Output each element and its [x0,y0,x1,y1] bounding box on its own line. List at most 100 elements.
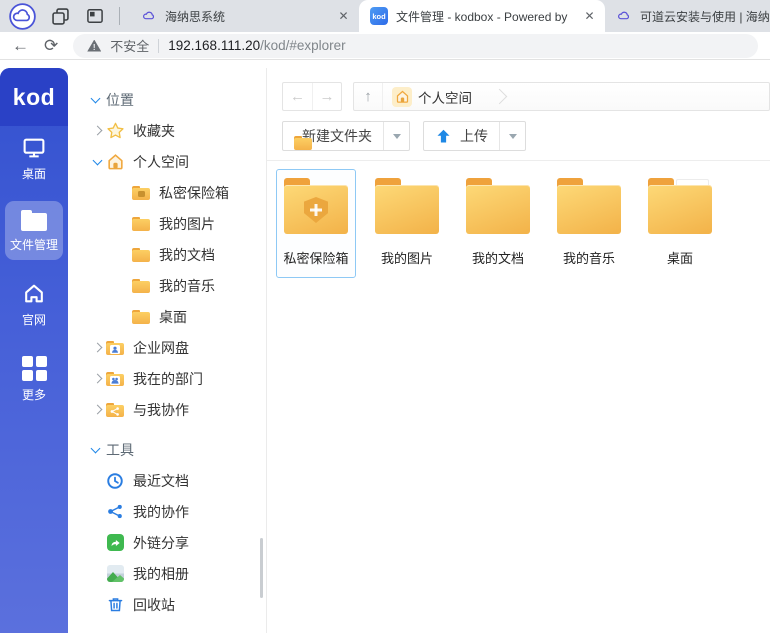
folder-icon [130,279,152,293]
file-item-safe-box[interactable]: 私密保险箱 [276,169,356,278]
folder-icon [557,178,621,234]
tree-section-label: 位置 [106,90,134,110]
tree-item-desktop[interactable]: 桌面 [68,301,266,332]
tree-item-label: 收藏夹 [133,121,175,141]
cloud-icon [616,8,632,24]
tab-title: 海纳思系统 [165,8,329,25]
up-button[interactable]: ↑ [354,83,383,110]
browser-tab-strip: 海纳思系统 ✕ kod 文件管理 - kodbox - Powered by ✕… [0,0,770,32]
new-folder-dropdown[interactable] [383,122,409,150]
tree-item-my-pictures[interactable]: 我的图片 [68,208,266,239]
chevron-right-icon[interactable] [90,127,104,134]
close-icon[interactable]: ✕ [335,8,352,25]
tree-item-label: 与我协作 [133,400,189,420]
divider [158,39,159,53]
tree-item-my-documents[interactable]: 我的文档 [68,239,266,270]
sidebar-item-file-manager[interactable]: 文件管理 [5,201,63,260]
tab-stack-icon[interactable] [50,6,71,27]
tree-section-file-types[interactable]: 文件类型 [68,629,266,633]
external-link-icon [104,534,126,551]
home-icon [392,87,412,107]
url-input[interactable]: 不安全 192.168.111.20/kod/#explorer [73,34,758,58]
url-text: 192.168.111.20/kod/#explorer [168,38,345,53]
sidebar-item-more[interactable]: 更多 [5,347,63,410]
vertical-tabs-icon[interactable] [85,6,105,26]
tree-item-label: 桌面 [159,307,187,327]
tree-item-enterprise-disk[interactable]: 企业网盘 [68,332,266,363]
chevron-down-icon[interactable] [88,98,102,102]
chevron-down-icon[interactable] [88,448,102,452]
trash-icon [104,596,126,613]
tree-item-my-music[interactable]: 我的音乐 [68,270,266,301]
chevron-down-icon[interactable] [90,160,104,164]
not-secure-warning-icon[interactable] [87,40,101,52]
history-nav-group: ← → [282,82,342,111]
tree-item-label: 我的文档 [159,245,215,265]
tree-item-my-collaboration[interactable]: 我的协作 [68,496,266,527]
tree-section-label: 工具 [106,440,134,460]
tree-scrollbar[interactable] [260,538,263,598]
tree-item-recent-documents[interactable]: 最近文档 [68,465,266,496]
chevron-right-icon[interactable] [90,344,104,351]
divider [267,160,770,161]
breadcrumb[interactable]: 个人空间 [383,83,505,110]
upload-button[interactable]: 上传 [423,121,526,151]
new-folder-button[interactable]: 新建文件夹 [282,121,410,151]
tree-item-label: 我的协作 [133,502,189,522]
explorer-toolbar: 新建文件夹 上传 [282,121,770,151]
cloud-logo-icon[interactable] [9,3,36,30]
tree-section-location[interactable]: 位置 [68,84,266,115]
tree-section-tools[interactable]: 工具 [68,434,266,465]
sidebar-item-official-site[interactable]: 官网 [5,272,63,335]
tree-item-my-album[interactable]: 我的相册 [68,558,266,589]
grid-icon [22,356,47,381]
folder-icon [466,178,530,234]
kod-icon: kod [370,7,388,25]
app-sidebar: kod 桌面 文件管理 官网 更多 [0,68,68,633]
tree-item-label: 我的图片 [159,214,215,234]
star-icon [104,121,126,140]
reload-icon[interactable]: ⟳ [44,37,58,54]
tree-item-label: 最近文档 [133,471,189,491]
browser-address-bar: ← ⟳ 不安全 192.168.111.20/kod/#explorer [0,32,770,60]
tree-item-shared-with-me[interactable]: 与我协作 [68,394,266,425]
upload-dropdown[interactable] [499,122,525,150]
browser-tab-kodcloud-doc[interactable]: 可道云安装与使用 | 海纳思 [605,0,770,32]
tree-item-personal-space[interactable]: 个人空间 [68,146,266,177]
album-icon [104,565,126,582]
file-item-my-music[interactable]: 我的音乐 [549,169,629,278]
sidebar-item-label: 文件管理 [10,236,58,253]
folder-safe-icon [130,186,152,200]
browser-tab-kodbox[interactable]: kod 文件管理 - kodbox - Powered by ✕ [359,0,605,32]
sidebar-item-desktop[interactable]: 桌面 [5,126,63,189]
file-name: 我的图片 [381,248,433,267]
tree-item-my-department[interactable]: 我在的部门 [68,363,266,394]
folder-dept-icon [104,372,126,386]
back-button[interactable]: ← [283,83,312,110]
tree-item-safe-box[interactable]: 私密保险箱 [68,177,266,208]
folder-icon [21,210,47,231]
chevron-right-icon[interactable] [90,406,104,413]
folder-safe-icon [284,178,348,234]
folder-icon [130,248,152,262]
browser-tab-hns[interactable]: 海纳思系统 ✕ [130,0,359,32]
folder-share-icon [104,403,126,417]
folder-desktop-icon [648,178,712,234]
tree-item-label: 外链分享 [133,533,189,553]
tree-item-favorites[interactable]: 收藏夹 [68,115,266,146]
file-item-desktop[interactable]: 桌面 [640,169,720,278]
close-icon[interactable]: ✕ [581,8,598,25]
back-icon[interactable]: ← [12,37,29,54]
tree-item-label: 我在的部门 [133,369,203,389]
file-item-my-pictures[interactable]: 我的图片 [367,169,447,278]
tree-item-recycle-bin[interactable]: 回收站 [68,589,266,620]
file-explorer-main: ← → ↑ 个人空间 新建文件夹 [267,68,770,633]
url-host: 192.168.111.20 [168,38,260,53]
tree-item-external-share[interactable]: 外链分享 [68,527,266,558]
file-item-my-documents[interactable]: 我的文档 [458,169,538,278]
chevron-right-icon[interactable] [90,375,104,382]
cloud-icon [141,8,157,24]
clock-icon [104,472,126,490]
folder-icon [130,217,152,231]
forward-button[interactable]: → [312,83,341,110]
